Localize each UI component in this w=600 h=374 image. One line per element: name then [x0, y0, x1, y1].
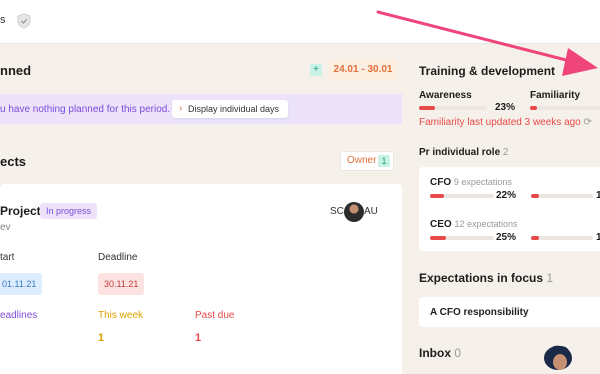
breadcrumb[interactable]: s	[0, 14, 6, 26]
planned-section-title: nned	[0, 63, 32, 78]
project-card[interactable]: Project In progress ev SC AU tart 01.11.…	[0, 184, 402, 374]
inbox-label: Inbox	[419, 346, 451, 360]
past-due-stat-value: 1	[195, 332, 202, 344]
role-name: CFO	[430, 177, 452, 188]
role-progress-bar	[430, 236, 494, 240]
focus-item[interactable]: A CFO responsibility	[419, 297, 600, 327]
role-secondary-value: 1	[596, 190, 600, 201]
role-item-ceo[interactable]: CEO 12 expectations	[430, 219, 518, 230]
familiarity-warning: Familiarity last updated 3 weeks ago ⟳	[419, 117, 592, 128]
inbox-title: Inbox 0	[419, 346, 461, 360]
familiarity-label: Familiarity	[530, 90, 581, 101]
role-secondary-fill	[531, 194, 539, 198]
role-secondary-bar	[531, 236, 593, 240]
role-expectations: 9 expectations	[453, 177, 512, 187]
empty-plan-banner: u have nothing planned for this period. …	[0, 94, 402, 124]
shield-icon	[17, 13, 31, 29]
chevron-right-icon: ›	[179, 103, 183, 114]
owner-filter-label: Owner	[347, 155, 377, 166]
role-percent: 25%	[496, 232, 517, 243]
familiarity-warning-text: Familiarity last updated 3 weeks ago	[419, 117, 581, 128]
past-due-stat-label: Past due	[195, 310, 235, 321]
deadlines-stat-label: eadlines	[0, 310, 38, 321]
add-plan-button[interactable]: +	[310, 64, 322, 76]
familiarity-progress-fill	[530, 106, 537, 110]
role-progress-fill	[430, 236, 446, 240]
role-name: CEO	[430, 219, 452, 230]
awareness-label: Awareness	[419, 90, 472, 101]
expectations-focus-label: Expectations in focus	[419, 271, 544, 285]
focus-item-label: A CFO responsibility	[430, 307, 529, 318]
this-week-stat-label: This week	[98, 310, 144, 321]
avatar-initials[interactable]: SC	[330, 202, 344, 222]
role-section-title: Pr individual role 2	[419, 147, 508, 158]
role-expectations: 12 expectations	[454, 219, 518, 229]
role-card: CFO 9 expectations 22% 1 CEO 12 expectat…	[419, 167, 600, 251]
avatar[interactable]	[344, 202, 364, 222]
avatar-initials[interactable]: AU	[364, 202, 378, 222]
owner-filter-count: 1	[378, 155, 390, 167]
expectations-focus-title: Expectations in focus 1	[419, 271, 553, 285]
training-development-title: Training & development	[419, 64, 556, 78]
role-percent: 22%	[496, 190, 517, 201]
expectations-focus-count: 1	[546, 271, 554, 285]
start-label: tart	[0, 252, 15, 263]
display-individual-days-label: Display individual days	[188, 104, 280, 114]
awareness-progress-bar	[419, 106, 487, 110]
refresh-icon[interactable]: ⟳	[584, 117, 592, 128]
inbox-count: 0	[454, 346, 462, 360]
project-subtitle: ev	[0, 222, 11, 233]
role-progress-fill	[430, 194, 445, 198]
deadline-label: Deadline	[98, 252, 138, 263]
awareness-percent: 23%	[495, 102, 516, 113]
this-week-stat-value: 1	[98, 332, 105, 344]
deadline-date: 30.11.21	[98, 273, 145, 295]
projects-section-title: ects	[0, 154, 27, 169]
empty-plan-message: u have nothing planned for this period.	[0, 104, 171, 115]
role-secondary-value: 1	[596, 232, 600, 243]
awareness-progress-fill	[419, 106, 435, 110]
role-secondary-fill	[531, 236, 539, 240]
role-secondary-bar	[531, 194, 593, 198]
date-range-picker[interactable]: 24.01 - 30.01	[328, 59, 398, 81]
status-badge: In progress	[40, 203, 98, 219]
top-bar: s	[0, 0, 600, 44]
role-item-cfo[interactable]: CFO 9 expectations	[430, 177, 512, 188]
role-section-count: 2	[502, 147, 509, 158]
role-section-label: Pr individual role	[419, 147, 501, 158]
inbox-illustration	[544, 345, 572, 370]
start-date: 01.11.21	[0, 273, 43, 295]
owner-filter[interactable]: Owner 1	[340, 151, 394, 171]
familiarity-progress-bar	[530, 106, 600, 110]
role-progress-bar	[430, 194, 494, 198]
project-name: Project	[0, 204, 41, 218]
display-individual-days-button[interactable]: › Display individual days	[172, 100, 288, 118]
